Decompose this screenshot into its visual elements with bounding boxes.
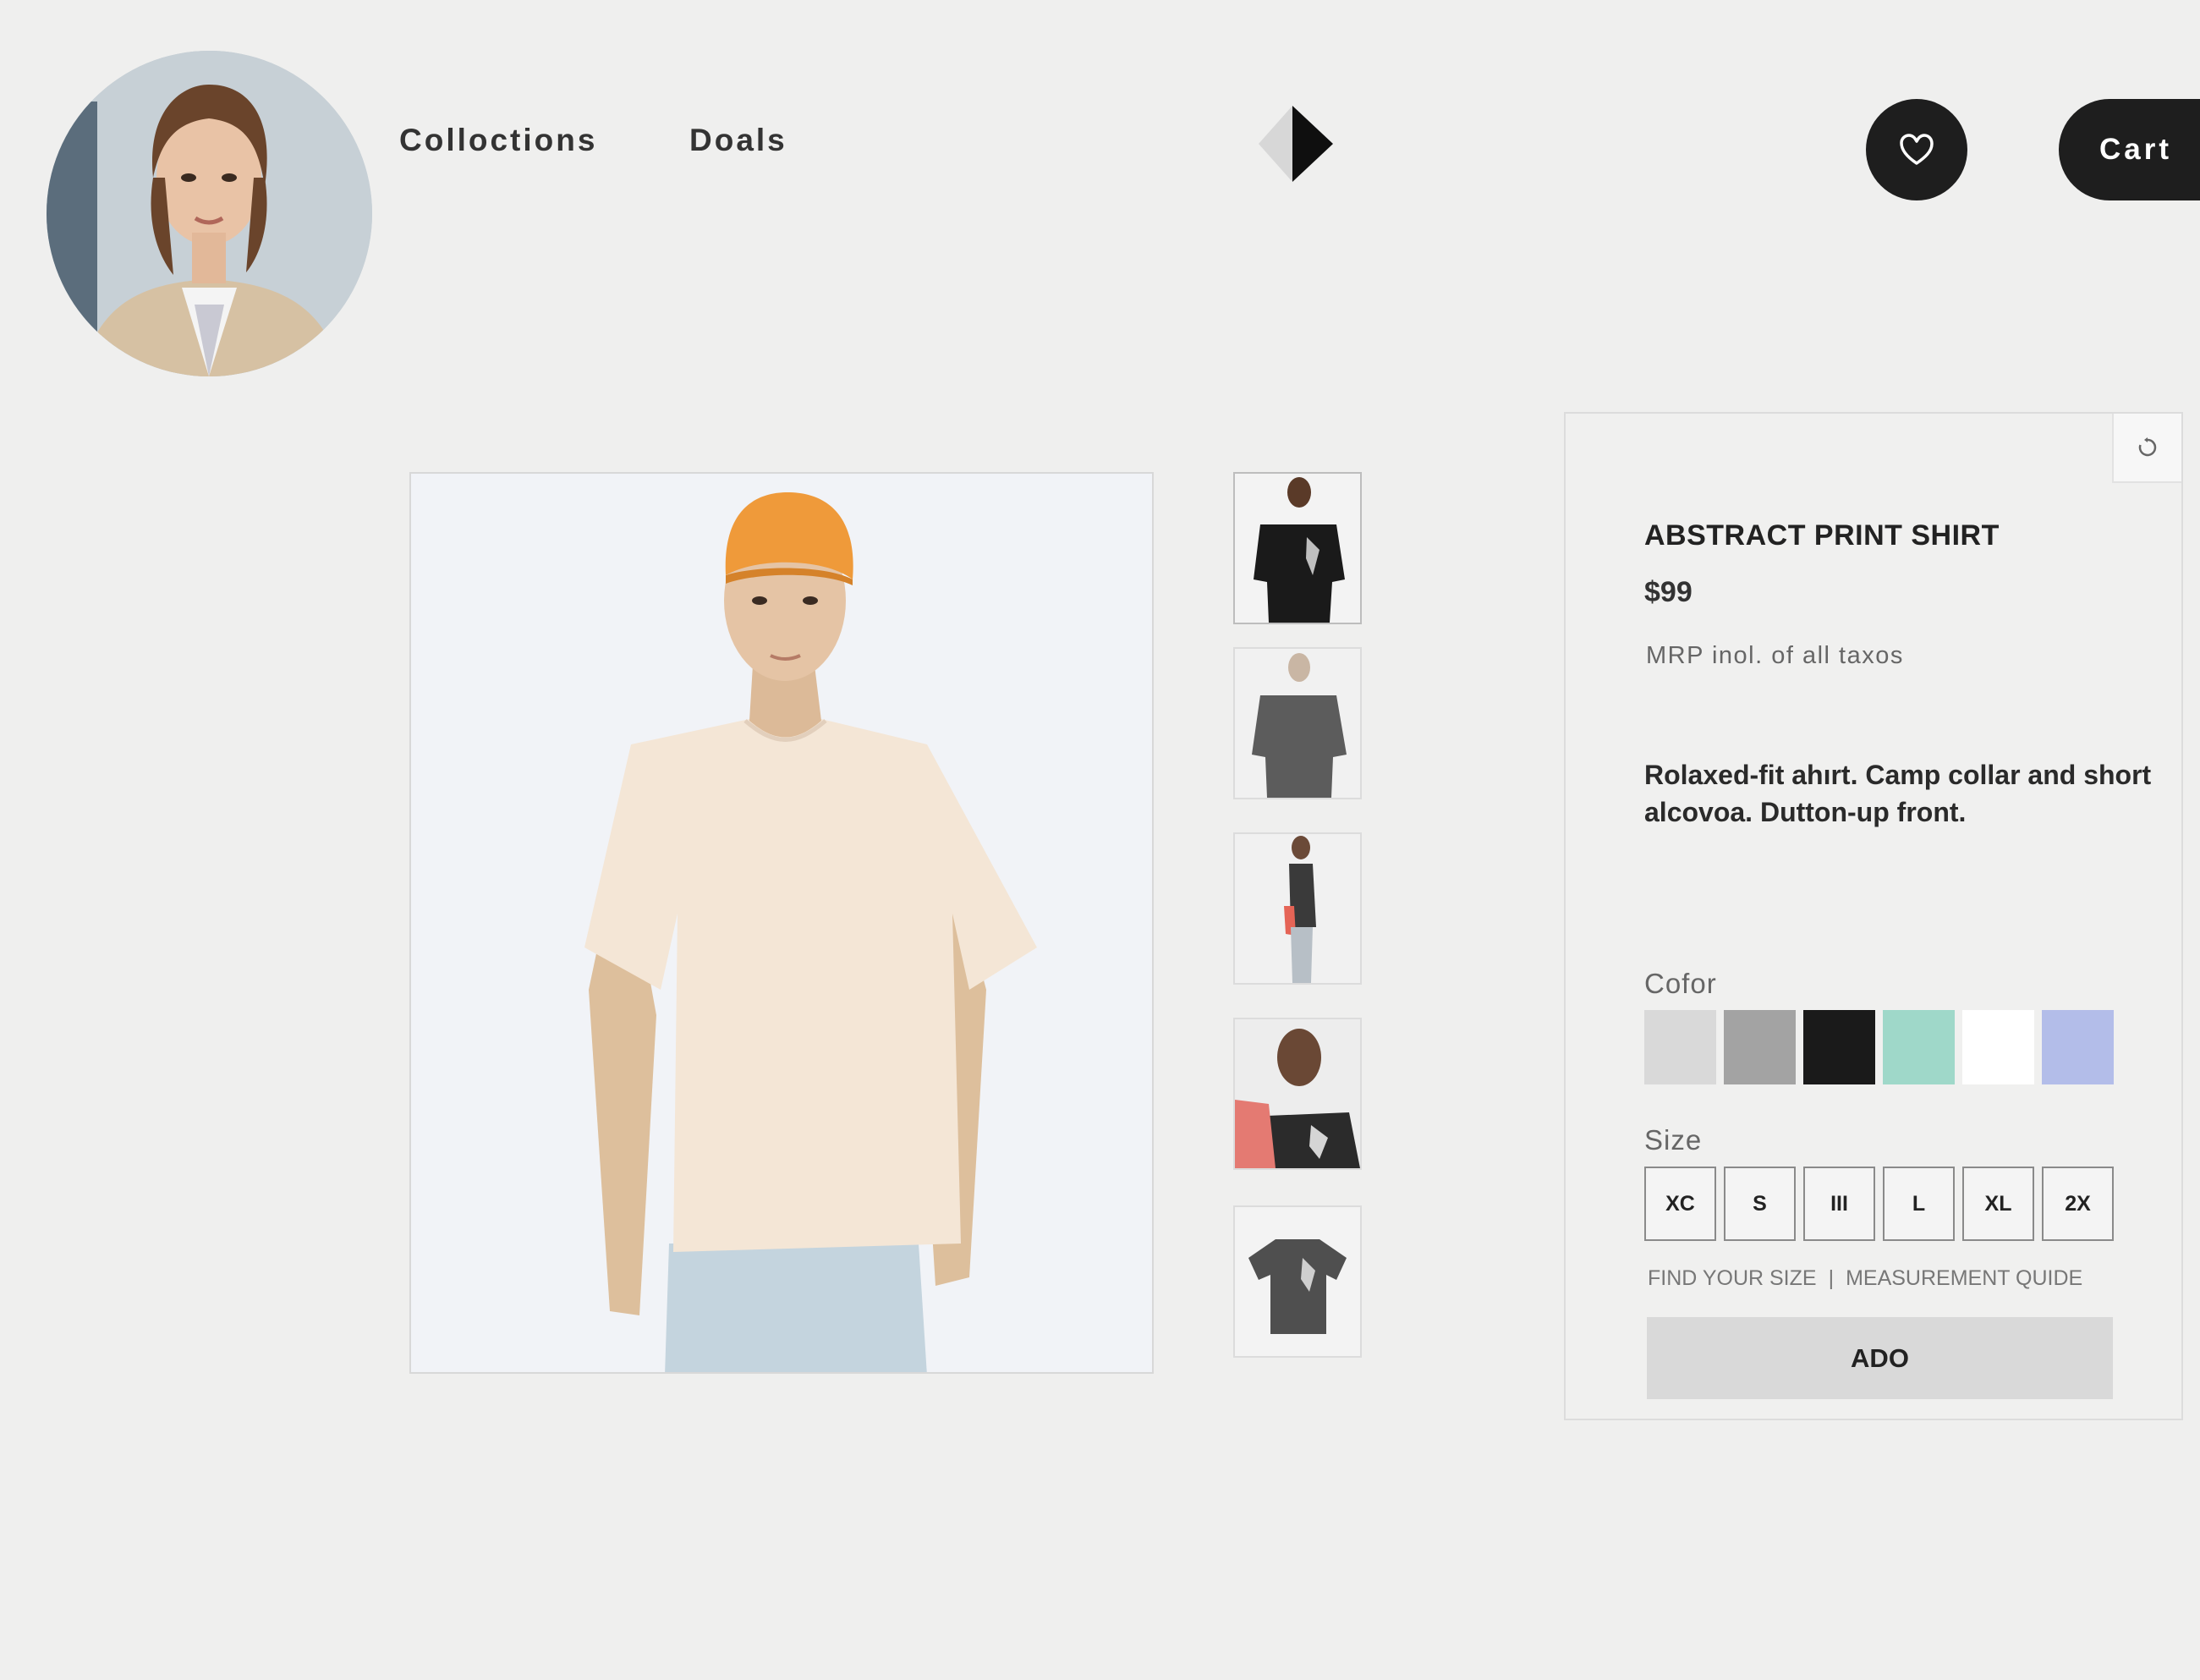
- diamond-logo-icon[interactable]: [1259, 106, 1333, 182]
- thumbnail-2[interactable]: [1233, 647, 1362, 799]
- size-button-2x[interactable]: 2X: [2042, 1167, 2114, 1241]
- color-label: Cofor: [1644, 968, 1717, 999]
- wishlist-button[interactable]: [1866, 99, 1967, 200]
- color-swatch-white[interactable]: [1962, 1010, 2034, 1084]
- size-button-m[interactable]: III: [1803, 1167, 1875, 1241]
- link-separator: |: [1828, 1266, 1835, 1290]
- color-swatch-mint[interactable]: [1883, 1010, 1955, 1084]
- thumbnail-1[interactable]: [1233, 472, 1362, 624]
- size-button-l[interactable]: L: [1883, 1167, 1955, 1241]
- thumbnail-5[interactable]: [1233, 1205, 1362, 1358]
- product-panel: ABSTRACT PRINT SHIRT $99 MRP inol. of al…: [1564, 412, 2183, 1420]
- nav-collections[interactable]: Colloctions: [399, 123, 597, 158]
- color-swatch-lavender[interactable]: [2042, 1010, 2114, 1084]
- color-swatches: [1644, 1010, 2114, 1084]
- size-options: XC S III L XL 2X: [1644, 1167, 2114, 1241]
- cart-button[interactable]: Cart: [2059, 99, 2200, 200]
- main-product-image: [409, 472, 1154, 1374]
- size-label: Size: [1644, 1124, 1703, 1156]
- product-description: Rolaxed-fit ahırt. Camp collar and short…: [1644, 760, 2152, 827]
- size-help-links: FIND YOUR SIZE | MEASUREMENT QUIDE: [1648, 1266, 2082, 1291]
- heart-icon: [1900, 134, 1934, 165]
- size-button-xl[interactable]: XL: [1962, 1167, 2034, 1241]
- find-your-size-link[interactable]: FIND YOUR SIZE: [1648, 1266, 1817, 1291]
- thumbnail-4[interactable]: [1233, 1018, 1362, 1170]
- nav-deals[interactable]: Doals: [689, 123, 787, 158]
- refresh-button[interactable]: [2112, 414, 2181, 483]
- color-swatch-black[interactable]: [1803, 1010, 1875, 1084]
- tax-note: MRP inol. of all taxos: [1646, 642, 1904, 669]
- measurement-guide-link[interactable]: MEASUREMENT QUIDE: [1846, 1266, 2082, 1291]
- size-button-s[interactable]: S: [1724, 1167, 1796, 1241]
- avatar[interactable]: [47, 51, 372, 376]
- product-price: $99: [1644, 576, 1693, 608]
- color-swatch-grey[interactable]: [1724, 1010, 1796, 1084]
- product-title: ABSTRACT PRINT SHIRT: [1644, 519, 2000, 552]
- add-to-cart-button[interactable]: ADO: [1647, 1317, 2113, 1399]
- thumbnail-3[interactable]: [1233, 832, 1362, 985]
- color-swatch-light-grey[interactable]: [1644, 1010, 1716, 1084]
- size-button-xs[interactable]: XC: [1644, 1167, 1716, 1241]
- refresh-icon: [2138, 437, 2157, 457]
